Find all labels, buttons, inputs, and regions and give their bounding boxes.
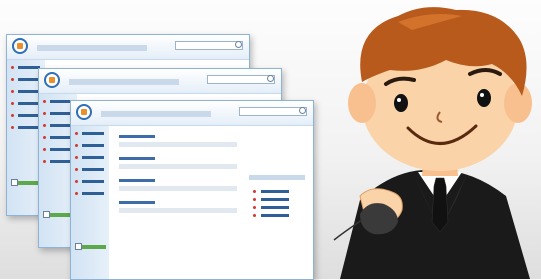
- sidebar-link[interactable]: [18, 90, 40, 93]
- bullet-icon: [11, 78, 14, 81]
- bullet-icon: [253, 206, 256, 209]
- sidebar-link[interactable]: [50, 148, 72, 151]
- content-text: [119, 186, 237, 191]
- home-logo-icon: [76, 104, 92, 120]
- main-content: [119, 135, 239, 223]
- bullet-icon: [43, 160, 46, 163]
- necktie: [431, 177, 449, 233]
- window-titlebar: [71, 101, 313, 126]
- sidebar-link[interactable]: [18, 114, 40, 117]
- content-text: [119, 208, 237, 213]
- sidebar-link[interactable]: [18, 78, 40, 81]
- sidebar-item[interactable]: [71, 154, 109, 162]
- right-column: [249, 175, 305, 220]
- bullet-icon: [253, 214, 256, 217]
- bullet-icon: [11, 90, 14, 93]
- sidebar-item[interactable]: [71, 178, 109, 186]
- search-input[interactable]: [175, 41, 243, 50]
- bullet-icon: [75, 192, 78, 195]
- sidebar-link[interactable]: [50, 136, 72, 139]
- content-heading[interactable]: [119, 135, 155, 138]
- checkbox-icon[interactable]: [75, 243, 82, 250]
- content-heading[interactable]: [119, 179, 155, 182]
- bullet-icon: [75, 156, 78, 159]
- right-list-link[interactable]: [261, 198, 289, 201]
- bullet-icon: [11, 66, 14, 69]
- bullet-icon: [75, 144, 78, 147]
- content-text: [119, 164, 237, 169]
- bullet-icon: [253, 198, 256, 201]
- search-icon[interactable]: [267, 75, 274, 82]
- sidebar-link[interactable]: [82, 156, 104, 159]
- bullet-icon: [43, 148, 46, 151]
- sidebar-link[interactable]: [82, 132, 104, 135]
- ear-left: [348, 83, 376, 123]
- search-input[interactable]: [207, 75, 275, 84]
- browser-window-front: [70, 100, 314, 280]
- bullet-icon: [43, 112, 46, 115]
- bullet-icon: [75, 132, 78, 135]
- bullet-icon: [43, 100, 46, 103]
- window-titlebar: [39, 69, 281, 94]
- bullet-icon: [43, 136, 46, 139]
- bullet-icon: [43, 124, 46, 127]
- window-titlebar: [7, 35, 249, 60]
- sidebar-link[interactable]: [82, 144, 104, 147]
- search-icon[interactable]: [299, 107, 306, 114]
- ear-right: [504, 83, 532, 123]
- content-heading[interactable]: [119, 201, 155, 204]
- content-text: [119, 142, 237, 147]
- bullet-icon: [253, 190, 256, 193]
- eye-right: [477, 89, 491, 107]
- search-icon[interactable]: [235, 41, 242, 48]
- bullet-icon: [75, 180, 78, 183]
- right-list-item[interactable]: [249, 212, 305, 220]
- sidebar-link[interactable]: [50, 100, 72, 103]
- sidebar-link[interactable]: [82, 168, 104, 171]
- sidebar-link[interactable]: [18, 102, 40, 105]
- action-button[interactable]: [82, 245, 106, 249]
- cartoon-businessman: [333, 7, 532, 279]
- sidebar-item[interactable]: [71, 130, 109, 138]
- bullet-icon: [75, 168, 78, 171]
- sidebar-link[interactable]: [50, 160, 72, 163]
- sidebar-link[interactable]: [18, 66, 40, 69]
- home-logo-icon: [44, 72, 60, 88]
- right-list-link[interactable]: [261, 206, 289, 209]
- bullet-icon: [11, 126, 14, 129]
- sidebar-item[interactable]: [71, 190, 109, 198]
- content-heading[interactable]: [119, 157, 155, 160]
- right-list-item[interactable]: [249, 188, 305, 196]
- right-list-item[interactable]: [249, 196, 305, 204]
- sidebar-item[interactable]: [71, 142, 109, 150]
- title-placeholder: [37, 45, 147, 51]
- sidebar-item[interactable]: [71, 166, 109, 174]
- checkbox-icon[interactable]: [43, 211, 50, 218]
- home-logo-icon: [12, 38, 28, 54]
- search-input[interactable]: [239, 107, 307, 116]
- sidebar-link[interactable]: [82, 192, 104, 195]
- sidebar-link[interactable]: [50, 124, 72, 127]
- bullet-icon: [11, 114, 14, 117]
- sidebar-link[interactable]: [18, 126, 40, 129]
- right-list-item[interactable]: [249, 204, 305, 212]
- right-column-heading: [249, 175, 305, 180]
- eye-left: [394, 94, 408, 112]
- sidebar-link[interactable]: [82, 180, 104, 183]
- sidebar: [71, 126, 109, 279]
- right-list-link[interactable]: [261, 214, 289, 217]
- bullet-icon: [11, 102, 14, 105]
- title-placeholder: [69, 79, 179, 85]
- sidebar-link[interactable]: [50, 112, 72, 115]
- title-placeholder: [101, 111, 211, 117]
- checkbox-icon[interactable]: [11, 179, 18, 186]
- right-list-link[interactable]: [261, 190, 289, 193]
